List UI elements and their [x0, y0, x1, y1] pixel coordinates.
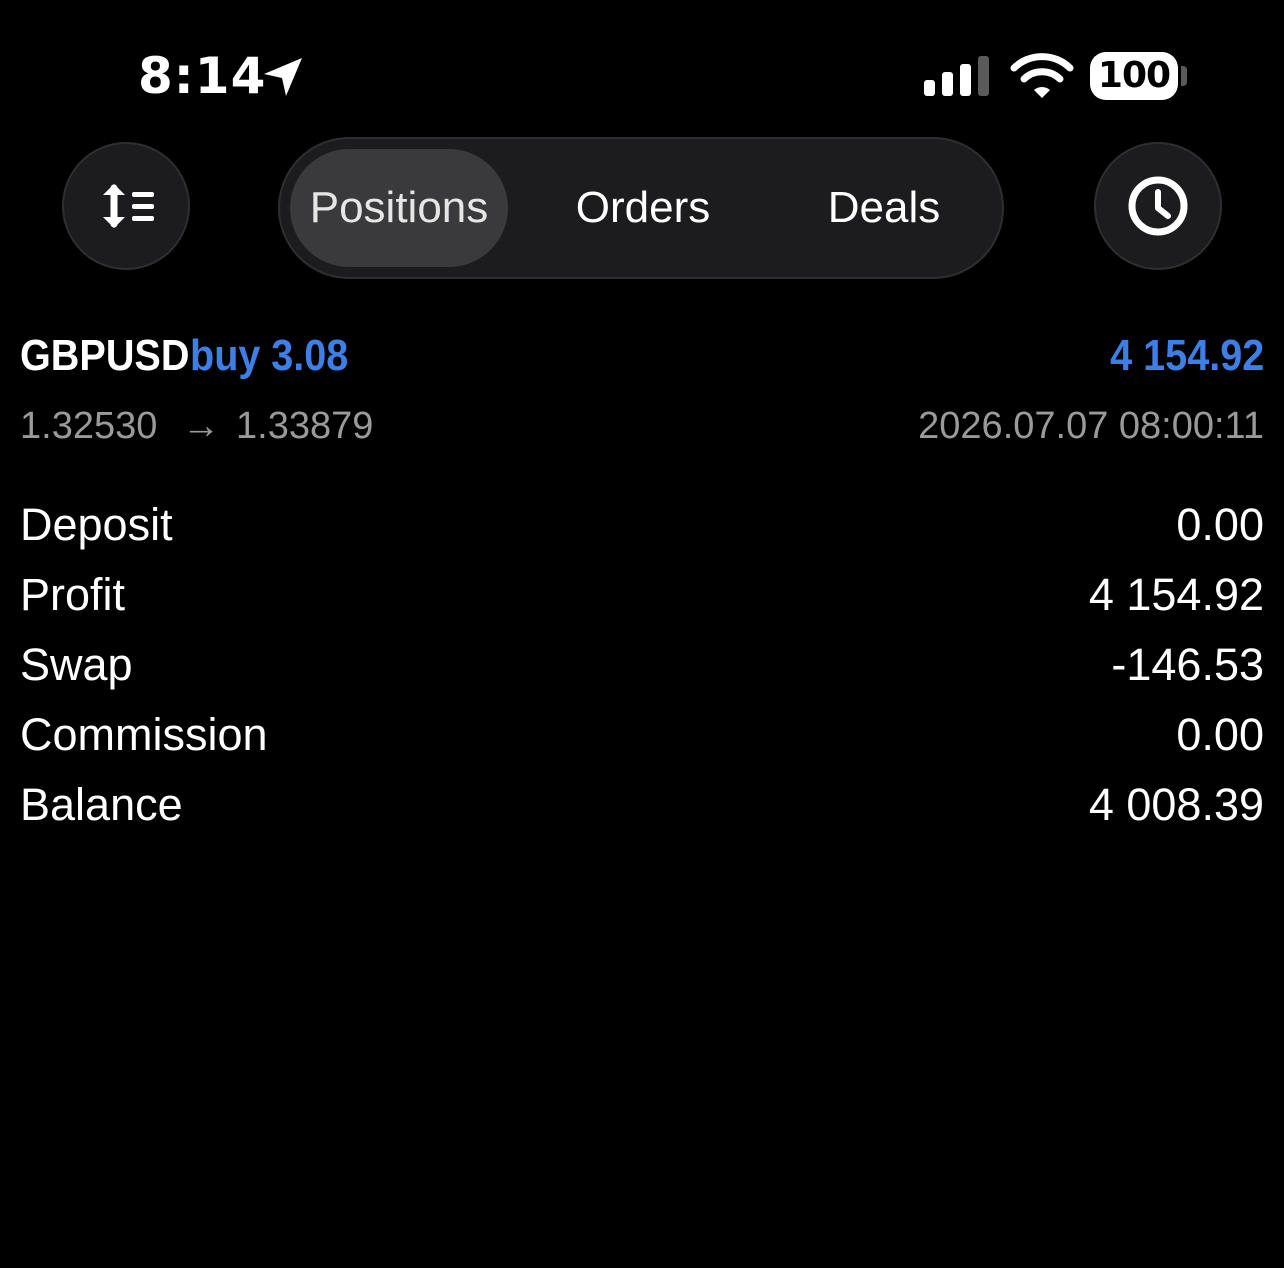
tab-orders[interactable]: Orders: [530, 149, 756, 267]
summary-label: Swap: [20, 639, 133, 690]
summary-row-profit: Profit 4 154.92: [20, 560, 1264, 630]
summary-row-balance: Balance 4 008.39: [20, 770, 1264, 840]
account-summary: Deposit 0.00 Profit 4 154.92 Swap -146.5…: [20, 490, 1264, 840]
wifi-icon: [1010, 53, 1074, 98]
tab-bar: Positions Orders Deals: [278, 137, 1004, 279]
battery-icon: 100: [1090, 52, 1178, 100]
summary-row-swap: Swap -146.53: [20, 630, 1264, 700]
status-time: 8:14: [138, 47, 267, 105]
position-side: buy: [190, 331, 261, 380]
summary-value: 0.00: [1176, 709, 1264, 760]
status-bar: 8:14 100: [0, 0, 1284, 140]
sort-button[interactable]: [62, 142, 190, 270]
position-current-price: 1.33879: [236, 405, 374, 447]
battery-level: 100: [1097, 55, 1171, 96]
tab-positions[interactable]: Positions: [290, 149, 508, 267]
position-volume: 3.08: [271, 331, 349, 380]
summary-row-commission: Commission 0.00: [20, 700, 1264, 770]
summary-row-deposit: Deposit 0.00: [20, 490, 1264, 560]
position-details: 1.32530 → 1.33879 2026.07.07 08:00:11: [20, 402, 1264, 452]
price-arrow-icon: →: [182, 405, 220, 447]
summary-value: 4 154.92: [1088, 569, 1264, 620]
sort-lines-icon: [103, 184, 154, 228]
summary-value: 0.00: [1176, 499, 1264, 550]
position-open-time: 2026.07.07 08:00:11: [918, 405, 1264, 447]
position-item[interactable]: GBPUSD buy 3.08 4 154.92: [20, 326, 1264, 390]
position-open-price: 1.32530: [20, 405, 158, 447]
clock-icon: [1128, 176, 1188, 236]
history-button[interactable]: [1094, 142, 1222, 270]
position-profit: 4 154.92: [1109, 331, 1264, 380]
cellular-signal-icon: [924, 56, 989, 96]
summary-value: 4 008.39: [1088, 779, 1264, 830]
position-side-volume: buy 3.08: [190, 326, 359, 386]
tab-deals[interactable]: Deals: [774, 149, 994, 267]
summary-label: Deposit: [20, 499, 173, 550]
summary-label: Commission: [20, 709, 268, 760]
location-arrow-icon: [264, 58, 302, 96]
battery-cap: [1181, 66, 1187, 86]
summary-value: -146.53: [1111, 639, 1264, 690]
summary-label: Balance: [20, 779, 183, 830]
summary-label: Profit: [20, 569, 126, 620]
position-symbol: GBPUSD: [20, 331, 190, 380]
